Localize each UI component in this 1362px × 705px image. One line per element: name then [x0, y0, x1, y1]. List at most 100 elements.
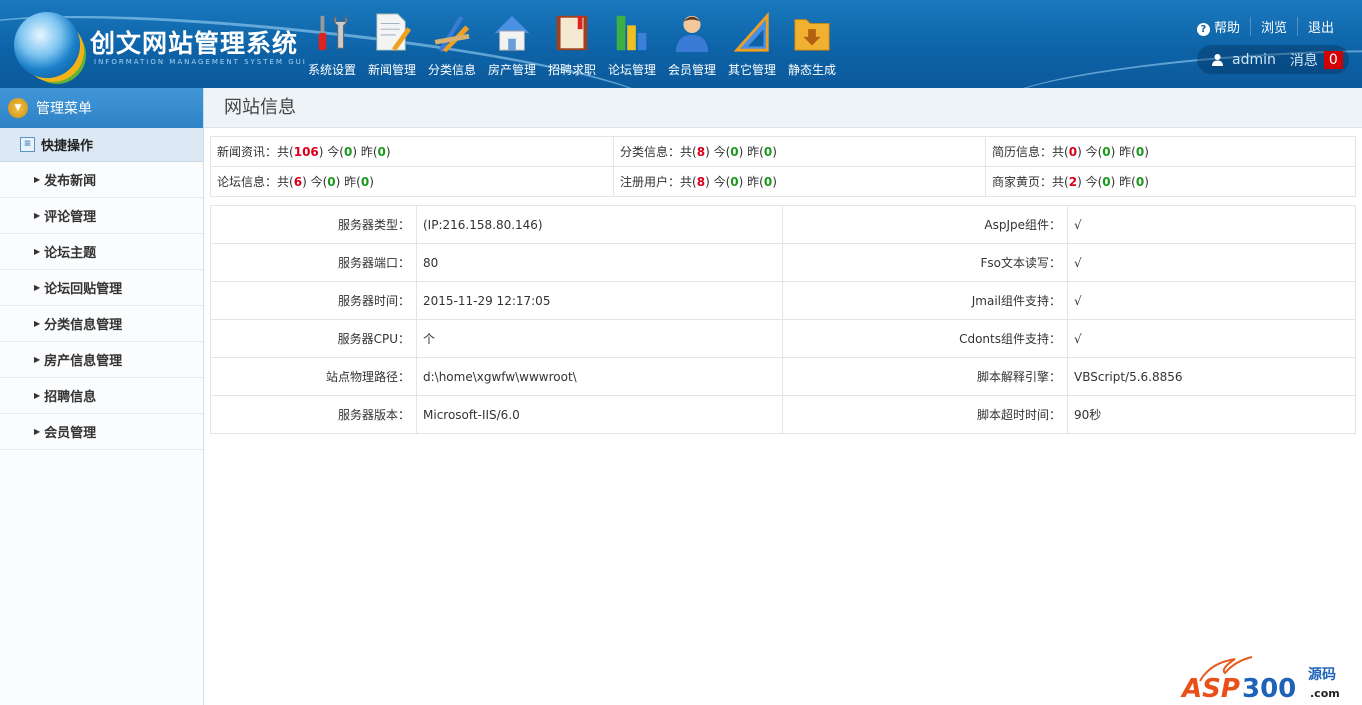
nav-item-4[interactable]: 招聘求职	[542, 12, 602, 78]
messages-link[interactable]: 消息	[1290, 50, 1318, 70]
today-word: 今	[1085, 145, 1098, 159]
stat-label: 商家黄页：	[992, 175, 1053, 189]
stat-cell: 论坛信息：共(6) 今(0) 昨(0)	[210, 166, 614, 197]
stat-total: 106	[293, 145, 319, 159]
nav-item-3[interactable]: 房产管理	[482, 12, 542, 78]
username[interactable]: admin	[1232, 52, 1276, 68]
table-row: 服务器CPU：个 Cdonts组件支持： √	[210, 319, 1356, 358]
nav-item-1[interactable]: 新闻管理	[362, 12, 422, 78]
info-label: 脚本超时时间：	[782, 395, 1068, 434]
nav-item-2[interactable]: 分类信息	[422, 12, 482, 78]
server-info-table: 服务器类型： (IP:216.158.80.146) AspJpe组件： √ 服务器端口…	[210, 205, 1356, 434]
nav-label: 静态生成	[787, 63, 836, 77]
stats-row: 新闻资讯：共(106) 今(0) 昨(0) 分类信息：共(8) 今(0) 昨(0)…	[210, 136, 1356, 167]
total-word: 共	[277, 175, 290, 189]
stat-cell: 商家黄页：共(2) 今(0) 昨(0)	[985, 166, 1356, 197]
info-label: Jmail组件支持：	[782, 281, 1068, 320]
sidebar-section-quick[interactable]: ≡ 快捷操作	[0, 128, 203, 162]
info-label: Fso文本读写：	[782, 243, 1068, 282]
stat-label: 注册用户：	[620, 175, 681, 189]
sidebar-item-2[interactable]: ▶ 论坛主题	[0, 234, 203, 270]
sidebar-item-5[interactable]: ▶ 房产信息管理	[0, 342, 203, 378]
nav-label: 会员管理	[667, 63, 716, 77]
help-label: 帮助	[1213, 21, 1240, 36]
stat-yesterday: 0	[763, 145, 773, 159]
sidebar: ▼ 管理菜单 ≡ 快捷操作 ▶ 发布新闻 ▶ 评论管理 ▶ 论坛主题 ▶ 论坛回贴管理 ▶ 分类信息管…	[0, 88, 204, 705]
stat-total: 2	[1068, 175, 1078, 189]
info-label: 服务器CPU：	[210, 319, 417, 358]
sidebar-item-4[interactable]: ▶ 分类信息管理	[0, 306, 203, 342]
info-value: 个	[416, 319, 783, 358]
user-box: admin 消息 0	[1197, 45, 1349, 74]
stat-today: 0	[730, 175, 739, 189]
book-icon	[556, 15, 588, 51]
today-word: 今	[327, 145, 340, 159]
nav-item-8[interactable]: 静态生成	[782, 12, 842, 78]
nav-item-6[interactable]: 会员管理	[662, 12, 722, 78]
logo-title: 创文网站管理系统	[90, 29, 299, 58]
stat-label: 论坛信息：	[217, 175, 278, 189]
user-icon	[675, 15, 709, 53]
table-row: 服务器端口： 80 Fso文本读写： √	[210, 243, 1356, 282]
sidebar-item-6[interactable]: ▶ 招聘信息	[0, 378, 203, 414]
info-value: √	[1067, 243, 1356, 282]
messages-badge[interactable]: 0	[1323, 50, 1343, 69]
nav-item-5[interactable]: 论坛管理	[602, 12, 662, 78]
list-icon: ≡	[20, 137, 35, 152]
stat-cell: 注册用户：共(8) 今(0) 昨(0)	[613, 166, 986, 197]
top-links: ? 帮助 浏览 退出	[1187, 17, 1344, 36]
caret-right-icon: ▶	[34, 283, 41, 292]
top-header: 创文网站管理系统 INFORMATION MANAGEMENT SYSTEM G…	[0, 0, 1362, 88]
nav-item-0[interactable]: 系统设置	[302, 12, 362, 78]
sidebar-item-label: 分类信息管理	[44, 318, 123, 333]
tools-icon	[318, 14, 348, 51]
nav-item-7[interactable]: 其它管理	[722, 12, 782, 78]
yesterday-word: 昨	[747, 175, 760, 189]
sidebar-item-1[interactable]: ▶ 评论管理	[0, 198, 203, 234]
table-row: 服务器类型： (IP:216.158.80.146) AspJpe组件： √	[210, 205, 1356, 244]
table-row: 服务器版本： Microsoft-IIS/6.0 脚本超时时间： 90秒	[210, 395, 1356, 434]
stat-total: 0	[1068, 145, 1078, 159]
nav-label: 分类信息	[427, 63, 476, 77]
stat-yesterday: 0	[763, 175, 773, 189]
table-row: 服务器时间： 2015-11-29 12:17:05 Jmail组件支持： √	[210, 281, 1356, 320]
sidebar-item-label: 发布新闻	[44, 174, 97, 189]
stat-total: 6	[293, 175, 303, 189]
house-icon	[494, 15, 530, 51]
sidebar-item-label: 论坛回贴管理	[44, 282, 123, 297]
caret-right-icon: ▶	[34, 211, 41, 220]
sidebar-item-0[interactable]: ▶ 发布新闻	[0, 162, 203, 198]
help-link[interactable]: ? 帮助	[1187, 17, 1250, 36]
today-word: 今	[713, 175, 726, 189]
today-word: 今	[310, 175, 323, 189]
sidebar-item-7[interactable]: ▶ 会员管理	[0, 414, 203, 450]
sidebar-header[interactable]: ▼ 管理菜单	[0, 88, 203, 128]
info-value: (IP:216.158.80.146)	[416, 205, 783, 244]
nav-label: 其它管理	[727, 63, 776, 77]
info-label: 服务器端口：	[210, 243, 417, 282]
nav-label: 房产管理	[487, 63, 536, 77]
info-value: 80	[416, 243, 783, 282]
help-icon: ?	[1196, 23, 1210, 36]
today-word: 今	[713, 145, 726, 159]
stat-today: 0	[327, 175, 336, 189]
bar-chart-icon	[616, 15, 647, 51]
chevron-down-icon: ▼	[8, 98, 28, 118]
ruler-pencil-icon	[434, 15, 470, 53]
logo-globe-icon	[14, 12, 80, 78]
total-word: 共	[1052, 175, 1065, 189]
asp300-watermark-logo: ASP 300 源码 .com	[1180, 656, 1340, 703]
info-value: √	[1067, 281, 1356, 320]
logout-link[interactable]: 退出	[1296, 17, 1344, 36]
stat-yesterday: 0	[377, 145, 386, 159]
info-label: Cdonts组件支持：	[782, 319, 1068, 358]
yesterday-word: 昨	[747, 145, 760, 159]
stat-today: 0	[343, 145, 353, 159]
browse-link[interactable]: 浏览	[1249, 17, 1297, 36]
info-value: 90秒	[1067, 395, 1356, 434]
stat-label: 分类信息：	[620, 145, 681, 159]
triangle-ruler-icon	[733, 12, 769, 52]
stat-cell: 简历信息：共(0) 今(0) 昨(0)	[985, 136, 1356, 167]
sidebar-item-3[interactable]: ▶ 论坛回贴管理	[0, 270, 203, 306]
info-label: 脚本解释引擎：	[782, 357, 1068, 396]
